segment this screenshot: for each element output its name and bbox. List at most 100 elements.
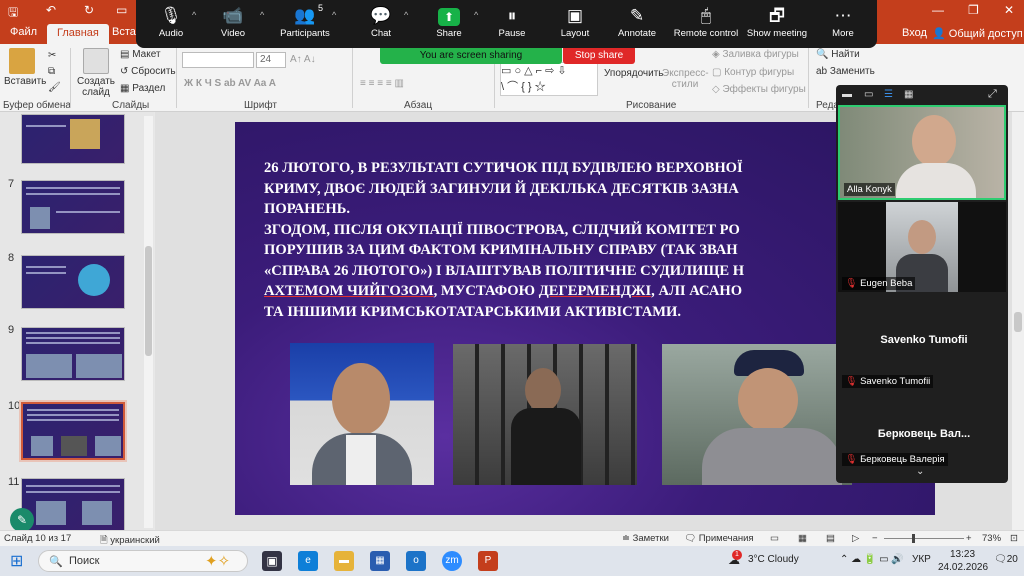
- pause-button[interactable]: ⏸ Pause: [477, 4, 547, 39]
- strip-view-icon[interactable]: ☰: [884, 89, 893, 100]
- fit-slide-icon[interactable]: ⊡: [1010, 533, 1018, 544]
- windows-start-icon[interactable]: ⊞: [10, 551, 23, 571]
- redo-icon[interactable]: ↻: [84, 3, 94, 17]
- copy-icon[interactable]: ⧉: [48, 66, 55, 77]
- start-presentation-icon[interactable]: ▭: [116, 3, 127, 17]
- slide-thumbnail[interactable]: [21, 114, 125, 164]
- arrange-button[interactable]: Упорядочить: [604, 68, 664, 79]
- file-explorer-icon[interactable]: ▬: [334, 551, 354, 571]
- tray-icons[interactable]: ⌃ ☁ 🔋 ▭ 🔊: [840, 554, 904, 565]
- section-button[interactable]: ▦ Раздел: [120, 83, 165, 94]
- save-icon[interactable]: 🖫: [8, 3, 18, 24]
- slideshow-icon[interactable]: ▷: [852, 533, 859, 544]
- shape-fill-button[interactable]: ◈ Заливка фигуры: [712, 49, 799, 60]
- increase-font-icon[interactable]: A↑ A↓: [290, 54, 316, 65]
- slide-sorter-icon[interactable]: ▦: [798, 533, 807, 544]
- input-language[interactable]: УКР: [912, 554, 931, 565]
- powerpoint-icon[interactable]: P: [478, 551, 498, 571]
- zoom-level[interactable]: 73%: [982, 533, 1001, 544]
- slide-body-text[interactable]: 26 ЛЮТОГО, В РЕЗУЛЬТАТІ СУТИЧОК ПІД БУДІ…: [264, 158, 935, 322]
- slide-thumbnail[interactable]: [21, 180, 125, 234]
- slide-thumbnail[interactable]: [21, 255, 125, 309]
- participants-button[interactable]: 👥 Participants: [270, 4, 340, 39]
- shapes-gallery[interactable]: ▭ ○ △ ⌐ ⇨ ⇩ \ ⌒ { } ☆: [500, 62, 598, 96]
- minimize-icon[interactable]: —: [932, 3, 944, 17]
- replace-button[interactable]: ab Заменить: [816, 66, 875, 77]
- pen-icon[interactable]: ✎: [10, 508, 34, 532]
- canvas-scrollbar[interactable]: [1012, 112, 1024, 530]
- reading-view-icon[interactable]: ▤: [826, 533, 835, 544]
- thumbnails-scrollbar[interactable]: [144, 116, 153, 528]
- taskbar-search[interactable]: 🔍 Поиск ✦✧: [38, 550, 248, 572]
- task-view-icon[interactable]: ▣: [262, 551, 282, 571]
- edge-icon[interactable]: e: [298, 551, 318, 571]
- font-format-icons[interactable]: Ж К Ч S ab AV Aa A: [184, 78, 276, 89]
- outlook-icon[interactable]: o: [406, 551, 426, 571]
- tab-home[interactable]: Главная: [47, 24, 109, 44]
- participant-tile-savenko[interactable]: Savenko Tumofii 🎙 Savenko Tumofii: [838, 294, 1006, 390]
- slide-thumbnail[interactable]: [21, 327, 125, 381]
- weather-widget[interactable]: 3°C Cloudy: [748, 554, 799, 565]
- find-button[interactable]: 🔍 Найти: [816, 49, 860, 60]
- annotate-button[interactable]: ✎ Annotate: [602, 4, 672, 39]
- shape-outline-button[interactable]: ▢ Контур фигуры: [712, 67, 794, 78]
- participant-tile-eugen-beba[interactable]: 🎙 Eugen Beba: [838, 202, 1006, 292]
- restore-icon[interactable]: ❐: [968, 3, 979, 17]
- new-slide-button[interactable]: Создать слайд: [76, 48, 116, 98]
- notifications-icon[interactable]: 🗨20: [994, 554, 1018, 565]
- tab-file[interactable]: Файл: [10, 26, 37, 38]
- undo-icon[interactable]: ↶: [46, 3, 56, 17]
- paragraph-align-icons[interactable]: ≡ ≡ ≡ ≡ ▥: [360, 78, 404, 89]
- font-size-input[interactable]: 24: [256, 52, 286, 68]
- cut-icon[interactable]: ✂: [48, 50, 56, 61]
- layout-button-zoom[interactable]: ▣ Layout: [540, 4, 610, 39]
- participant-name: 🎙 Eugen Beba: [842, 277, 916, 290]
- chevron-up-icon[interactable]: ^: [404, 10, 408, 20]
- photo-chiygoz[interactable]: [290, 343, 434, 485]
- show-meeting-button[interactable]: 🗗 Show meeting: [742, 4, 812, 39]
- close-icon[interactable]: ✕: [1004, 3, 1014, 17]
- zoom-app-icon[interactable]: zm: [442, 551, 462, 571]
- chevron-down-icon[interactable]: ⌄: [916, 466, 924, 477]
- clock-date[interactable]: 24.02.2026: [938, 562, 988, 573]
- remote-control-button[interactable]: 🖱 Remote control: [671, 4, 741, 39]
- chevron-up-icon[interactable]: ^: [192, 10, 196, 20]
- chevron-up-icon[interactable]: ^: [260, 10, 264, 20]
- share-button[interactable]: 👤 Общий доступ: [932, 27, 1023, 40]
- comments-button[interactable]: 🗨 Примечания: [684, 533, 754, 544]
- screen-sharing-indicator[interactable]: You are screen sharing: [380, 48, 562, 64]
- clock-time[interactable]: 13:23: [950, 549, 975, 560]
- zoom-in-icon[interactable]: +: [966, 533, 972, 544]
- normal-view-icon[interactable]: ▭: [770, 533, 779, 544]
- format-painter-icon[interactable]: 🖌: [48, 82, 61, 93]
- layout-button[interactable]: ▤ Макет: [120, 49, 161, 60]
- chevron-up-icon[interactable]: ^: [332, 10, 336, 20]
- speaker-view-icon[interactable]: ▭: [864, 89, 873, 100]
- sign-in-link[interactable]: Вход: [902, 27, 927, 39]
- zoom-out-icon[interactable]: −: [872, 533, 878, 544]
- paste-button[interactable]: Вставить: [4, 48, 46, 87]
- shape-effects-button[interactable]: ◇ Эффекты фигуры: [712, 84, 806, 95]
- participant-tile-berkovets[interactable]: Берковець Вал... 🎙 Берковець Валерія: [838, 392, 1006, 466]
- slide-thumbnail-selected[interactable]: [19, 400, 127, 462]
- minimize-icon[interactable]: ▬: [842, 89, 852, 100]
- participant-tile-alla-konyk[interactable]: Alla Konyk: [838, 105, 1006, 200]
- font-name-input[interactable]: [182, 52, 254, 68]
- scrollbar-thumb[interactable]: [145, 246, 152, 356]
- quick-styles-button[interactable]: Экспресс-стили: [662, 68, 709, 90]
- slide-thumbnail[interactable]: [21, 478, 125, 530]
- reset-button[interactable]: ↺ Сбросить: [120, 66, 176, 77]
- current-slide[interactable]: 26 ЛЮТОГО, В РЕЗУЛЬТАТІ СУТИЧОК ПІД БУДІ…: [235, 122, 935, 515]
- expand-icon[interactable]: ⤢: [988, 88, 997, 101]
- video-button[interactable]: 📹 Video: [198, 4, 268, 39]
- photo-degermendzhi[interactable]: [453, 344, 637, 485]
- grid-view-icon[interactable]: ▦: [904, 89, 913, 100]
- stop-share-button[interactable]: Stop share: [563, 48, 635, 64]
- zoom-slider[interactable]: [884, 534, 964, 543]
- store-icon[interactable]: ▦: [370, 551, 390, 571]
- photo-asanov[interactable]: [662, 344, 852, 485]
- notes-button[interactable]: ≐ Заметки: [622, 533, 669, 544]
- more-button[interactable]: ⋯ More: [808, 4, 878, 39]
- scrollbar-thumb[interactable]: [1014, 312, 1022, 332]
- zoom-slider-thumb[interactable]: [912, 534, 915, 543]
